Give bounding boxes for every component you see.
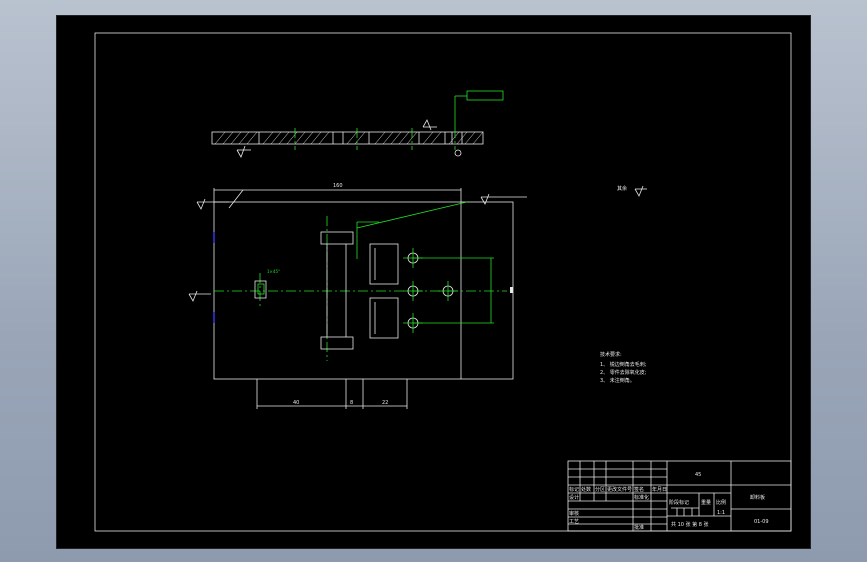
note-item: 3、 未注倒角。 xyxy=(600,377,635,384)
note-item: 1、 锐边倒角去毛刺; xyxy=(600,361,647,368)
col-header: 年月日 xyxy=(652,486,667,493)
row-label: 标准化 xyxy=(634,494,649,501)
datum-marker-icon xyxy=(454,149,462,157)
cad-application-background: 160 1×45° 40 8 22 技术要求: 1、 锐边倒角去毛刺; 2、 零… xyxy=(0,0,867,562)
notes-heading: 技术要求: xyxy=(600,351,622,358)
material-label: 45 xyxy=(695,472,701,478)
plate-outline xyxy=(213,201,514,380)
col-header: 标记 xyxy=(569,486,579,493)
part-name: 卸料板 xyxy=(750,494,765,501)
col-header: 分区 xyxy=(595,486,605,493)
title-block: 45 卸料板 01-09 阶段标记 重量 比例 1:1 共 10 张 第 8 张… xyxy=(567,460,792,532)
svg-text:1×45°: 1×45° xyxy=(267,269,280,274)
plan-view: 160 1×45° 40 8 22 xyxy=(188,183,647,409)
svg-text:40: 40 xyxy=(293,400,299,406)
col-header: 更改文件号 xyxy=(607,486,632,493)
drawing-number: 01-09 xyxy=(754,519,769,525)
note-item: 2、 零件去除氧化皮; xyxy=(600,369,647,376)
row-label: 工艺 xyxy=(569,519,579,525)
drawing-viewport[interactable]: 160 1×45° 40 8 22 技术要求: 1、 锐边倒角去毛刺; 2、 零… xyxy=(56,15,811,549)
section-view xyxy=(211,90,504,158)
drawing-frame xyxy=(94,32,792,532)
col-header: 签名 xyxy=(634,486,644,493)
weight-header: 重量 xyxy=(701,499,711,506)
mark-header: 阶段标记 xyxy=(669,499,689,506)
row-label: 批准 xyxy=(634,524,644,531)
row-label: 设计 xyxy=(569,494,579,501)
svg-text:160: 160 xyxy=(333,183,343,189)
sheet-info: 共 10 张 第 8 张 xyxy=(671,521,709,528)
scale-header: 比例 xyxy=(716,499,726,506)
scale-value: 1:1 xyxy=(717,510,725,516)
col-header: 处数 xyxy=(581,486,591,493)
roughness-other-label: 其余 xyxy=(617,185,627,192)
svg-text:8: 8 xyxy=(350,400,353,406)
drawing-canvas: 160 1×45° 40 8 22 技术要求: 1、 锐边倒角去毛刺; 2、 零… xyxy=(94,32,792,532)
technical-notes: 技术要求: 1、 锐边倒角去毛刺; 2、 零件去除氧化皮; 3、 未注倒角。 xyxy=(600,351,647,384)
row-label: 审核 xyxy=(569,510,579,517)
svg-text:22: 22 xyxy=(382,400,388,406)
